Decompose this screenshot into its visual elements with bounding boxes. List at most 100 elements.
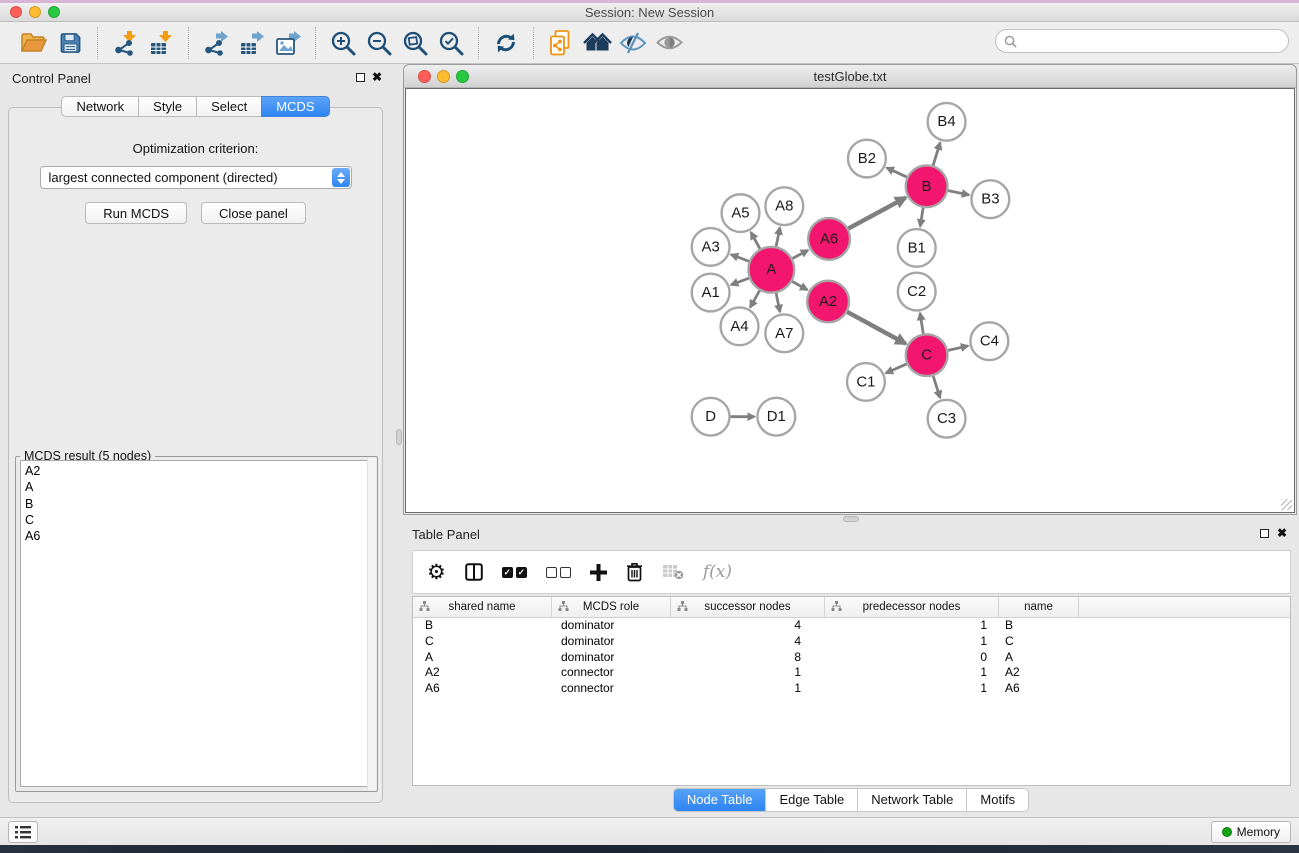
graph-node-B2[interactable]: B2 (848, 140, 886, 178)
network-window-titlebar[interactable]: testGlobe.txt (404, 65, 1296, 88)
tab-motifs[interactable]: Motifs (966, 789, 1028, 811)
graph-node-A6[interactable]: A6 (808, 218, 850, 260)
tab-node-table[interactable]: Node Table (674, 789, 766, 811)
table-row[interactable]: Bdominator41B (413, 618, 1290, 634)
horizontal-splitter-handle[interactable] (843, 516, 859, 522)
close-table-panel-icon[interactable]: ✖ (1277, 526, 1287, 540)
table-row[interactable]: A2connector11A2 (413, 665, 1290, 681)
network-zoom-button[interactable] (456, 70, 469, 83)
graph-edge-A-A2[interactable] (792, 281, 807, 289)
table-row[interactable]: A6connector11A6 (413, 681, 1290, 697)
graph-edge-A-A8[interactable] (776, 228, 780, 247)
table-row[interactable]: Adominator80A (413, 650, 1290, 666)
deselect-all-icon[interactable] (546, 557, 571, 587)
mcds-result-list[interactable]: A2ABCA6 (20, 460, 373, 787)
graph-edge-B-B3[interactable] (948, 191, 969, 195)
graph-edge-A6-B[interactable] (848, 198, 905, 229)
neighbors-home-icon[interactable] (582, 27, 612, 59)
graph-edge-A-A3[interactable] (731, 255, 749, 262)
graph-node-B1[interactable]: B1 (898, 229, 936, 267)
graph-node-A3[interactable]: A3 (692, 228, 730, 266)
import-network-icon[interactable] (110, 27, 140, 59)
memory-button[interactable]: Memory (1211, 821, 1291, 843)
column-header-name[interactable]: name (999, 597, 1079, 617)
mcds-result-item[interactable]: B (25, 496, 372, 512)
column-visibility-icon[interactable] (465, 557, 483, 587)
float-panel-icon[interactable] (356, 73, 365, 82)
tab-mcds[interactable]: MCDS (261, 96, 329, 117)
graph-node-C[interactable]: C (906, 334, 948, 376)
graph-node-A[interactable]: A (748, 247, 794, 293)
close-window-button[interactable] (10, 6, 22, 18)
search-field[interactable] (995, 29, 1289, 53)
column-header-mcds-role[interactable]: MCDS role (552, 597, 671, 617)
graph-node-A2[interactable]: A2 (807, 281, 849, 323)
network-view-window[interactable]: testGlobe.txt AA1A2A3A4A5A6A7A8BB1B2B3B4… (403, 64, 1297, 515)
tab-edge-table[interactable]: Edge Table (765, 789, 857, 811)
zoom-in-icon[interactable] (328, 27, 358, 59)
graph-edge-B-B4[interactable] (933, 143, 940, 166)
run-mcds-button[interactable]: Run MCDS (85, 202, 187, 224)
window-resize-grip[interactable] (1281, 499, 1292, 510)
tab-network-table[interactable]: Network Table (857, 789, 966, 811)
node-table[interactable]: shared name MCDS role successor nodes pr… (412, 596, 1291, 786)
graph-node-D[interactable]: D (692, 398, 730, 436)
zoom-out-icon[interactable] (364, 27, 394, 59)
clone-network-icon[interactable] (546, 27, 576, 59)
titlebar[interactable]: Session: New Session (0, 3, 1299, 22)
graph-node-C2[interactable]: C2 (898, 273, 936, 311)
graph-node-B3[interactable]: B3 (971, 180, 1009, 218)
graph-node-C3[interactable]: C3 (928, 400, 966, 438)
mcds-result-item[interactable]: C (25, 512, 372, 528)
delete-column-trash-icon[interactable] (626, 557, 643, 587)
show-selection-eye-icon[interactable] (654, 27, 684, 59)
graph-node-A7[interactable]: A7 (765, 314, 803, 352)
graph-edge-A-A7[interactable] (776, 293, 780, 312)
export-table-icon[interactable] (237, 27, 267, 59)
zoom-window-button[interactable] (48, 6, 60, 18)
graph-node-B[interactable]: B (906, 165, 948, 207)
graph-edge-B-B2[interactable] (887, 168, 907, 177)
add-column-plus-icon[interactable] (590, 557, 607, 587)
zoom-selected-icon[interactable] (436, 27, 466, 59)
save-session-icon[interactable] (55, 27, 85, 59)
graph-edge-C-C2[interactable] (920, 313, 923, 333)
network-close-button[interactable] (418, 70, 431, 83)
mcds-result-item[interactable]: A2 (25, 463, 372, 479)
mcds-result-item[interactable]: A (25, 479, 372, 495)
graph-node-A5[interactable]: A5 (722, 194, 760, 232)
graph-node-C4[interactable]: C4 (970, 322, 1008, 360)
graph-node-C1[interactable]: C1 (847, 363, 885, 401)
network-minimize-button[interactable] (437, 70, 450, 83)
graph-node-D1[interactable]: D1 (757, 398, 795, 436)
graph-edge-B-B1[interactable] (920, 208, 923, 226)
search-input[interactable] (1022, 34, 1288, 48)
float-table-panel-icon[interactable] (1260, 529, 1269, 538)
graph-edge-A-A4[interactable] (750, 290, 759, 307)
criterion-dropdown[interactable]: largest connected component (directed) (40, 166, 352, 189)
graph-edge-A-A5[interactable] (751, 232, 760, 248)
graph-node-A8[interactable]: A8 (765, 187, 803, 225)
table-settings-gear-icon[interactable]: ⚙ (427, 557, 446, 587)
refresh-view-icon[interactable] (491, 27, 521, 59)
network-canvas[interactable]: AA1A2A3A4A5A6A7A8BB1B2B3B4CC1C2C3C4DD1 (405, 88, 1295, 513)
vertical-splitter-handle[interactable] (396, 429, 402, 445)
graph-edge-A2-C[interactable] (847, 312, 905, 344)
tab-network[interactable]: Network (61, 96, 139, 117)
column-header-predecessor-nodes[interactable]: predecessor nodes (825, 597, 999, 617)
graph-edge-A-A6[interactable] (792, 250, 808, 258)
tab-select[interactable]: Select (196, 96, 262, 117)
hide-selection-eye-slash-icon[interactable] (618, 27, 648, 59)
minimize-window-button[interactable] (29, 6, 41, 18)
export-image-icon[interactable] (273, 27, 303, 59)
import-table-icon[interactable] (146, 27, 176, 59)
table-row[interactable]: Cdominator41C (413, 634, 1290, 650)
graph-edge-C-C1[interactable] (886, 364, 907, 373)
mcds-result-scrollbar[interactable] (367, 458, 376, 790)
graph-node-A1[interactable]: A1 (692, 274, 730, 312)
mcds-result-item[interactable]: A6 (25, 528, 372, 544)
open-session-icon[interactable] (19, 27, 49, 59)
close-panel-icon[interactable]: ✖ (372, 70, 382, 84)
column-header-shared-name[interactable]: shared name (413, 597, 552, 617)
zoom-fit-icon[interactable] (400, 27, 430, 59)
